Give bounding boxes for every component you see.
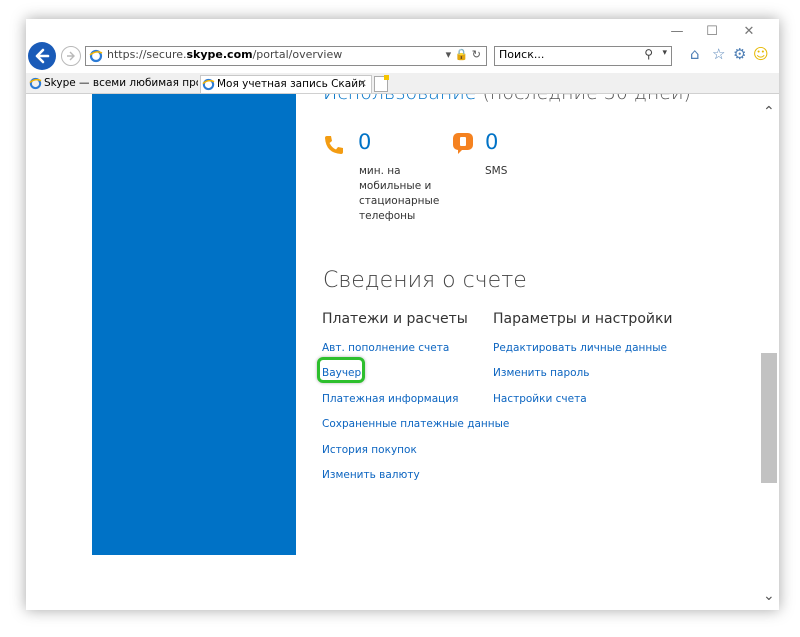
- browser-window: — ☐ ✕ https://secure.skype.com/portal/ov…: [26, 19, 779, 610]
- sms-icon: [453, 133, 473, 154]
- url-prefix: https://secure.: [107, 48, 187, 61]
- phone-icon: [325, 136, 343, 154]
- scroll-up-icon[interactable]: ⌃: [763, 104, 775, 120]
- search-input[interactable]: [499, 48, 629, 61]
- payments-heading: Платежи и расчеты: [322, 311, 468, 327]
- vertical-scrollbar[interactable]: ⌃ ⌄: [759, 94, 779, 610]
- sms-value: 0: [485, 130, 499, 154]
- home-icon[interactable]: ⌂: [690, 45, 700, 63]
- usage-title-main: Использование: [323, 94, 476, 104]
- ie-icon: [202, 78, 215, 91]
- usage-title-period: (последние 30 дней): [476, 94, 691, 104]
- title-bar: — ☐ ✕: [26, 19, 779, 43]
- settings-heading: Параметры и настройки: [493, 311, 673, 327]
- minimize-button[interactable]: —: [667, 25, 687, 39]
- voucher-highlight: [317, 357, 365, 383]
- maximize-button[interactable]: ☐: [702, 25, 722, 39]
- chevron-down-icon[interactable]: ▾: [662, 48, 667, 58]
- tab-strip: Skype — всеми любимая про... Моя учетная…: [26, 73, 779, 94]
- close-tab-icon[interactable]: ✕: [358, 77, 367, 90]
- search-icon[interactable]: ⚲: [644, 47, 653, 61]
- smiley-icon[interactable]: ☺: [753, 45, 769, 63]
- close-button[interactable]: ✕: [739, 25, 759, 39]
- scroll-thumb[interactable]: [761, 353, 777, 483]
- link-saved-payment-data[interactable]: Сохраненные платежные данные: [322, 418, 509, 430]
- tab-label: Skype — всеми любимая про...: [44, 77, 198, 89]
- star-icon[interactable]: ☆: [712, 45, 725, 63]
- forward-arrow-icon: [67, 51, 75, 61]
- url-path: /portal/overview: [252, 48, 343, 61]
- page-content: Использование (последние 30 дней) 0 мин.…: [26, 94, 759, 610]
- address-tools[interactable]: ▾ 🔒 ↻: [446, 48, 481, 61]
- link-edit-profile[interactable]: Редактировать личные данные: [493, 342, 667, 354]
- url-domain: skype.com: [186, 48, 253, 61]
- usage-title: Использование (последние 30 дней): [323, 94, 691, 104]
- forward-button[interactable]: [61, 46, 81, 66]
- back-arrow-icon: [35, 48, 50, 64]
- navigation-bar: https://secure.skype.com/portal/overview…: [26, 41, 779, 73]
- address-bar[interactable]: https://secure.skype.com/portal/overview…: [85, 46, 487, 66]
- new-tab-button[interactable]: [374, 75, 389, 92]
- link-change-currency[interactable]: Изменить валюту: [322, 469, 420, 481]
- link-auto-recharge[interactable]: Авт. пополнение счета: [322, 342, 449, 354]
- calls-value: 0: [358, 130, 372, 154]
- scroll-down-icon[interactable]: ⌄: [763, 588, 775, 604]
- side-banner: [92, 94, 296, 555]
- link-change-password[interactable]: Изменить пароль: [493, 367, 589, 379]
- calls-label: мин. на мобильные и стационарные телефон…: [359, 165, 440, 222]
- url-text: https://secure.skype.com/portal/overview: [107, 48, 342, 61]
- link-payment-info[interactable]: Платежная информация: [322, 393, 458, 405]
- tab-skype-home[interactable]: Skype — всеми любимая про...: [28, 75, 198, 92]
- back-button[interactable]: [28, 42, 56, 70]
- sms-label: SMS: [485, 165, 508, 177]
- tab-account[interactable]: Моя учетная запись Скайп ✕: [200, 75, 372, 93]
- tab-label: Моя учетная запись Скайп: [217, 78, 365, 90]
- search-box[interactable]: ⚲ ▾: [494, 46, 672, 66]
- account-section-title: Сведения о счете: [323, 268, 527, 293]
- gear-icon[interactable]: ⚙: [733, 45, 746, 63]
- link-account-settings[interactable]: Настройки счета: [493, 393, 587, 405]
- ie-icon: [89, 49, 103, 63]
- link-purchase-history[interactable]: История покупок: [322, 444, 417, 456]
- ie-icon: [29, 77, 42, 90]
